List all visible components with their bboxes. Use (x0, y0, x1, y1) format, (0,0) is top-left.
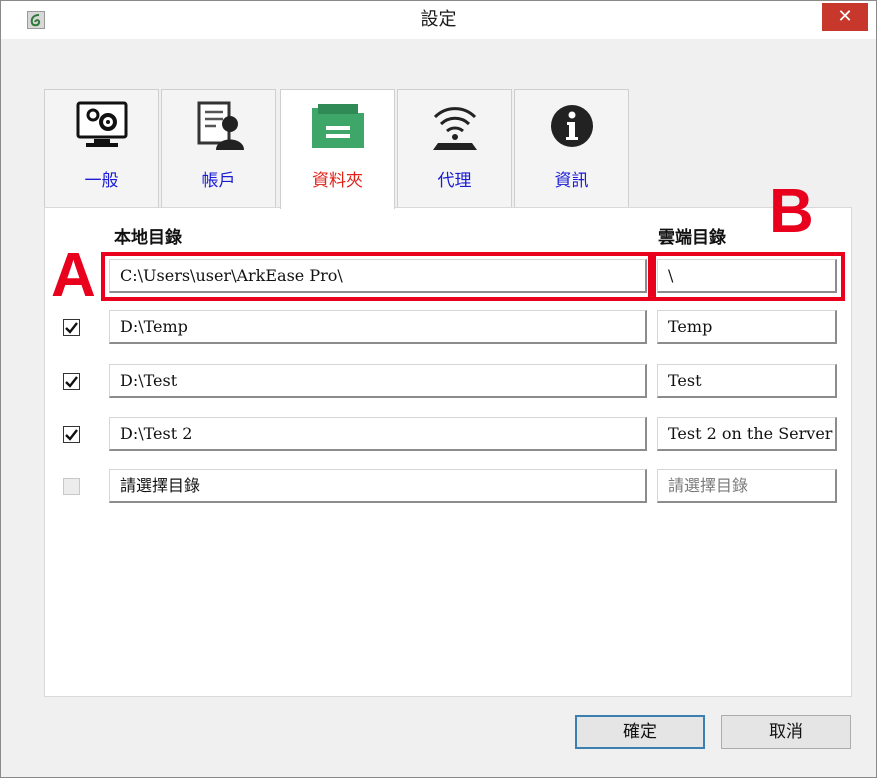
tab-proxy[interactable]: 代理 (397, 89, 512, 207)
tab-folders[interactable]: 資料夾 (280, 89, 395, 209)
tab-account-label: 帳戶 (201, 171, 236, 191)
tab-info[interactable]: 資訊 (514, 89, 629, 207)
monitor-gear-icon (45, 98, 158, 154)
highlight-box-a (101, 252, 652, 301)
local-folder-field[interactable]: D:\Test (109, 364, 647, 398)
remote-folder-field[interactable]: Temp (657, 310, 837, 344)
annotation-marker-a: A (51, 241, 96, 310)
tab-info-label: 資訊 (554, 171, 589, 191)
remote-folder-field[interactable]: Test (657, 364, 837, 398)
highlight-box-b (652, 252, 845, 301)
folder-sync-checkbox[interactable] (63, 373, 80, 390)
tab-folders-label: 資料夾 (312, 171, 363, 191)
account-icon (162, 98, 275, 154)
annotation-marker-b: B (769, 177, 814, 246)
window-title: 設定 (420, 9, 457, 30)
tab-proxy-label: 代理 (437, 171, 472, 191)
cancel-button[interactable]: 取消 (721, 715, 851, 749)
tab-account[interactable]: 帳戶 (161, 89, 276, 207)
ok-button[interactable]: 確定 (575, 715, 705, 749)
folder-icon (281, 98, 394, 154)
folder-sync-checkbox[interactable] (63, 478, 80, 495)
info-icon (515, 98, 628, 154)
remote-folder-field[interactable]: Test 2 on the Server (657, 417, 837, 451)
tab-general[interactable]: 一般 (44, 89, 159, 207)
title-bar: 設定 ✕ (1, 1, 876, 39)
close-button[interactable]: ✕ (822, 3, 868, 31)
select-remote-folder-field[interactable]: 請選擇目錄 (657, 469, 837, 503)
tab-general-label: 一般 (84, 171, 119, 191)
local-folder-field[interactable]: D:\Temp (109, 310, 647, 344)
select-local-folder-field[interactable]: 請選擇目錄 (109, 469, 647, 503)
folder-sync-checkbox[interactable] (63, 319, 80, 336)
local-folder-header: 本地目錄 (114, 228, 182, 248)
settings-dialog: 設定 ✕ 一般 帳戶 資料夾 代理 資訊 本地目錄 雲端目錄 C:\Users\… (0, 0, 877, 778)
local-folder-field[interactable]: D:\Test 2 (109, 417, 647, 451)
remote-folder-header: 雲端目錄 (658, 228, 726, 248)
folder-sync-checkbox[interactable] (63, 426, 80, 443)
wifi-proxy-icon (398, 98, 511, 154)
